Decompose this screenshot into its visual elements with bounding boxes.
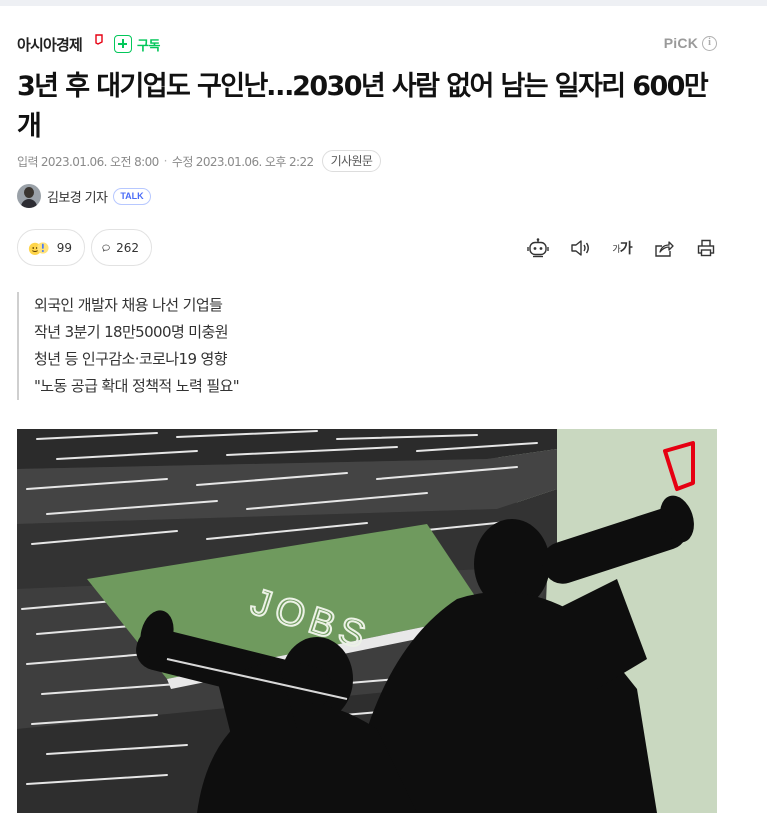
article-tools: 가가 xyxy=(507,236,717,260)
share-icon xyxy=(655,241,674,257)
talk-badge[interactable]: TALK xyxy=(113,187,151,205)
press-name[interactable]: 아시아경제 xyxy=(17,34,83,55)
subscribe-button[interactable]: 구독 xyxy=(114,35,160,54)
share-button[interactable] xyxy=(653,237,675,259)
article-summary: 외국인 개발자 채용 나선 기업들 작년 3분기 18만5000명 미충원 청년… xyxy=(17,292,240,400)
reporter-avatar[interactable] xyxy=(17,184,41,208)
comment-count: 262 xyxy=(116,240,139,255)
press-logo-icon xyxy=(95,34,103,45)
input-date-value: 2023.01.06. 오전 8:00 xyxy=(40,154,159,169)
top-bar xyxy=(0,0,767,6)
listen-button[interactable] xyxy=(569,237,591,259)
robot-icon xyxy=(527,238,549,258)
modified-date-value: 2023.01.06. 오후 2:22 xyxy=(195,154,314,169)
pick-label: PiCK xyxy=(663,35,698,51)
article-image: JOBS xyxy=(17,429,717,813)
comment-icon xyxy=(102,244,110,252)
input-date-label: 입력 xyxy=(17,154,38,169)
pick-badge[interactable]: PiCK i xyxy=(664,35,717,51)
summary-line: "노동 공급 확대 정책적 노력 필요" xyxy=(34,377,240,395)
original-article-button[interactable]: 기사원문 xyxy=(321,150,382,172)
comment-button[interactable]: 262 xyxy=(91,229,152,266)
reaction-button[interactable]: 99 xyxy=(17,229,85,266)
subscribe-label: 구독 xyxy=(137,38,160,54)
article-title: 3년 후 대기업도 구인난…2030년 사람 없어 남는 일자리 600만개 xyxy=(17,71,709,142)
print-icon xyxy=(697,239,715,257)
date-separator: · xyxy=(163,154,168,168)
article-dates: 입력 2023.01.06. 오전 8:00 · 수정 2023.01.06. … xyxy=(17,150,382,172)
press-row: 아시아경제 구독 PiCK i xyxy=(17,33,717,55)
reporter: 김보경 기자 TALK xyxy=(17,184,151,208)
speaker-icon xyxy=(571,240,589,256)
jobs-illustration: JOBS xyxy=(17,429,717,813)
modified-date-label: 수정 xyxy=(171,154,193,169)
summary-line: 청년 등 인구감소·코로나19 영향 xyxy=(34,350,228,368)
plus-icon xyxy=(114,35,132,53)
summary-bot-button[interactable] xyxy=(527,237,549,259)
reporter-name[interactable]: 김보경 기자 xyxy=(47,187,108,206)
font-size-button[interactable]: 가가 xyxy=(611,237,633,259)
font-big-glyph: 가 xyxy=(619,241,633,257)
summary-line: 외국인 개발자 채용 나선 기업들 xyxy=(34,296,223,314)
reaction-emoji-icon xyxy=(28,241,49,255)
print-button[interactable] xyxy=(695,237,717,259)
reaction-count: 99 xyxy=(56,240,72,255)
font-small-glyph: 가 xyxy=(612,244,620,255)
summary-line: 작년 3분기 18만5000명 미충원 xyxy=(34,323,229,341)
info-icon[interactable]: i xyxy=(702,35,717,51)
